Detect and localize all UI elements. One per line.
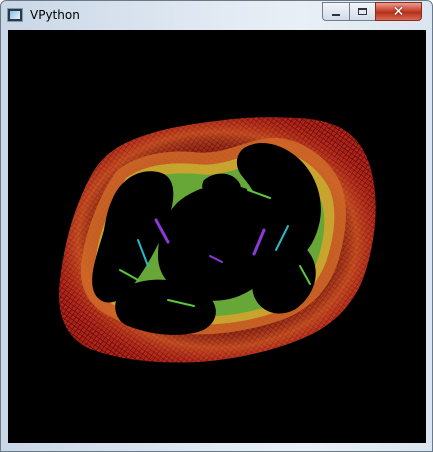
window-bottom-border xyxy=(1,443,432,451)
close-icon: ✕ xyxy=(392,3,405,20)
minimize-button[interactable] xyxy=(322,2,349,21)
close-button[interactable]: ✕ xyxy=(375,2,422,21)
fractal-render xyxy=(59,117,376,363)
scene-canvas[interactable] xyxy=(8,30,426,443)
vpython-app-icon[interactable] xyxy=(7,8,23,22)
maximize-button[interactable] xyxy=(349,2,375,21)
title-bar[interactable]: VPython ✕ xyxy=(1,1,432,29)
vpython-window: VPython ✕ xyxy=(0,0,433,452)
window-title: VPython xyxy=(30,8,80,22)
maximize-icon xyxy=(358,8,367,15)
minimize-icon xyxy=(332,13,340,16)
